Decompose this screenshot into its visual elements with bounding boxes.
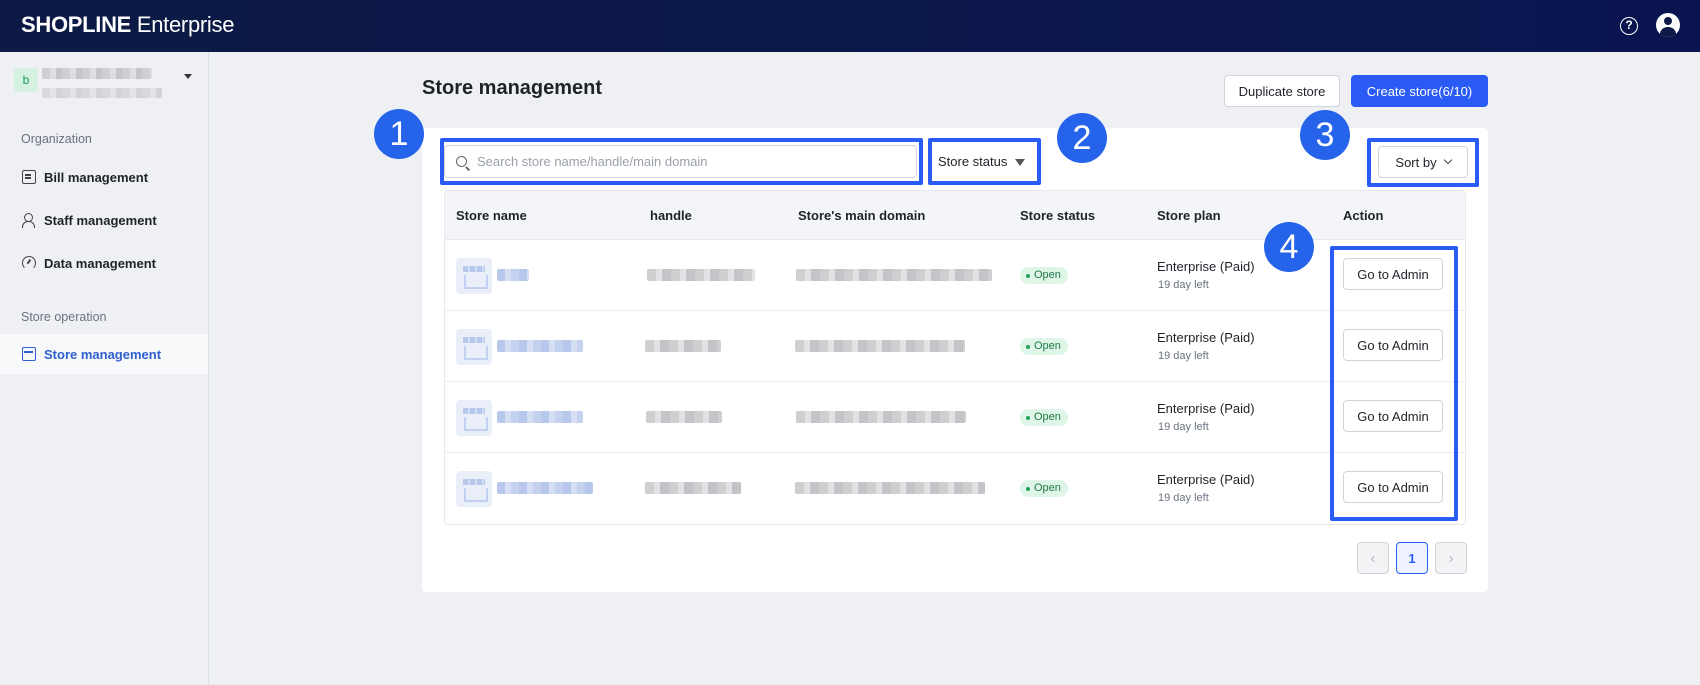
pagination-prev-button[interactable]: ‹ [1357,542,1389,574]
user-avatar-icon[interactable] [1656,13,1680,37]
section-store-operation: Store operation [21,310,107,324]
sidebar-item-data-management[interactable]: Data management [0,243,208,283]
domain-redacted [795,340,965,352]
store-name-redacted[interactable] [497,482,593,494]
column-header-main-domain[interactable]: Store's main domain [798,208,925,223]
handle-redacted [646,411,722,423]
sort-by-label: Sort by [1395,154,1437,170]
status-badge: Open [1020,409,1068,426]
sidebar-item-label: Bill management [44,169,149,185]
store-logo [456,258,492,294]
create-store-button[interactable]: Create store(6/10) [1351,75,1488,107]
sidebar-item-label: Staff management [44,212,157,228]
sidebar-item-label: Data management [44,255,156,271]
store-plan: Enterprise (Paid) [1157,401,1255,416]
domain-redacted [796,411,966,423]
status-badge: Open [1020,480,1068,497]
table-row: Open Enterprise (Paid) 19 day left Go to… [445,453,1465,524]
go-to-admin-button[interactable]: Go to Admin [1343,400,1443,432]
table-row: Open Enterprise (Paid) 19 day left Go to… [445,382,1465,453]
handle-redacted [645,482,741,494]
sidebar-item-staff-management[interactable]: Staff management [0,200,208,240]
column-header-store-status[interactable]: Store status [1020,208,1095,223]
store-plan: Enterprise (Paid) [1157,259,1255,274]
store-logo [456,400,492,436]
search-input[interactable]: Search store name/handle/main domain [444,145,917,178]
go-to-admin-button[interactable]: Go to Admin [1343,329,1443,361]
status-badge: Open [1020,267,1068,284]
store-name-redacted[interactable] [497,340,583,352]
step-marker-3: 3 [1300,110,1350,160]
search-placeholder: Search store name/handle/main domain [477,154,708,169]
column-header-action: Action [1343,208,1384,223]
go-to-admin-button[interactable]: Go to Admin [1343,471,1443,503]
table-row: Open Enterprise (Paid) 19 day left Go to… [445,311,1465,382]
store-plan: Enterprise (Paid) [1157,472,1255,487]
account-avatar: b [14,68,38,92]
step-marker-1: 1 [374,109,424,159]
store-status-filter[interactable]: Store status [932,145,1036,178]
chevron-down-icon[interactable] [184,74,192,79]
plan-days-left: 19 day left [1158,350,1209,362]
account-switcher[interactable]: b [14,66,194,102]
step-marker-2: 2 [1057,113,1107,163]
gauge-icon [22,256,36,270]
step-marker-4: 4 [1264,222,1314,272]
handle-redacted [647,269,755,281]
pagination-next-button[interactable]: › [1435,542,1467,574]
sidebar-item-store-management[interactable]: Store management [0,334,208,374]
column-header-store-name[interactable]: Store name [456,208,527,223]
status-badge: Open [1020,338,1068,355]
staff-icon [22,213,36,228]
sidebar: b Organization Bill management Staff man… [0,52,209,685]
go-to-admin-button[interactable]: Go to Admin [1343,258,1443,290]
column-header-store-plan[interactable]: Store plan [1157,208,1221,223]
filter-icon [1015,159,1026,166]
table-header: Store name handle Store's main domain St… [445,191,1465,240]
store-logo [456,329,492,365]
store-icon [22,347,36,361]
plan-days-left: 19 day left [1158,421,1209,433]
pagination-page-1[interactable]: 1 [1396,542,1428,574]
search-icon [456,156,467,167]
store-status-filter-label: Store status [938,154,1008,169]
store-logo [456,471,492,507]
store-name-redacted[interactable] [497,411,583,423]
plan-days-left: 19 day left [1158,279,1209,291]
plan-days-left: 19 day left [1158,492,1209,504]
page-title: Store management [422,77,603,99]
logo[interactable]: SHOPLINE Enterprise [21,12,234,38]
top-bar: SHOPLINE Enterprise ? [0,0,1700,52]
store-plan: Enterprise (Paid) [1157,330,1255,345]
bill-icon [22,170,36,184]
account-name-redacted [42,68,152,79]
sidebar-item-label: Store management [44,346,162,362]
chevron-down-icon [1443,155,1452,165]
sort-by-dropdown[interactable]: Sort by [1378,146,1468,178]
sidebar-item-bill-management[interactable]: Bill management [0,157,208,197]
domain-redacted [796,269,992,281]
handle-redacted [645,340,721,352]
help-icon[interactable]: ? [1620,17,1638,35]
section-organization: Organization [21,132,92,146]
column-header-handle[interactable]: handle [650,208,692,223]
store-name-redacted[interactable] [497,269,529,281]
domain-redacted [795,482,985,494]
account-id-redacted [42,88,162,98]
duplicate-store-button[interactable]: Duplicate store [1224,75,1340,107]
